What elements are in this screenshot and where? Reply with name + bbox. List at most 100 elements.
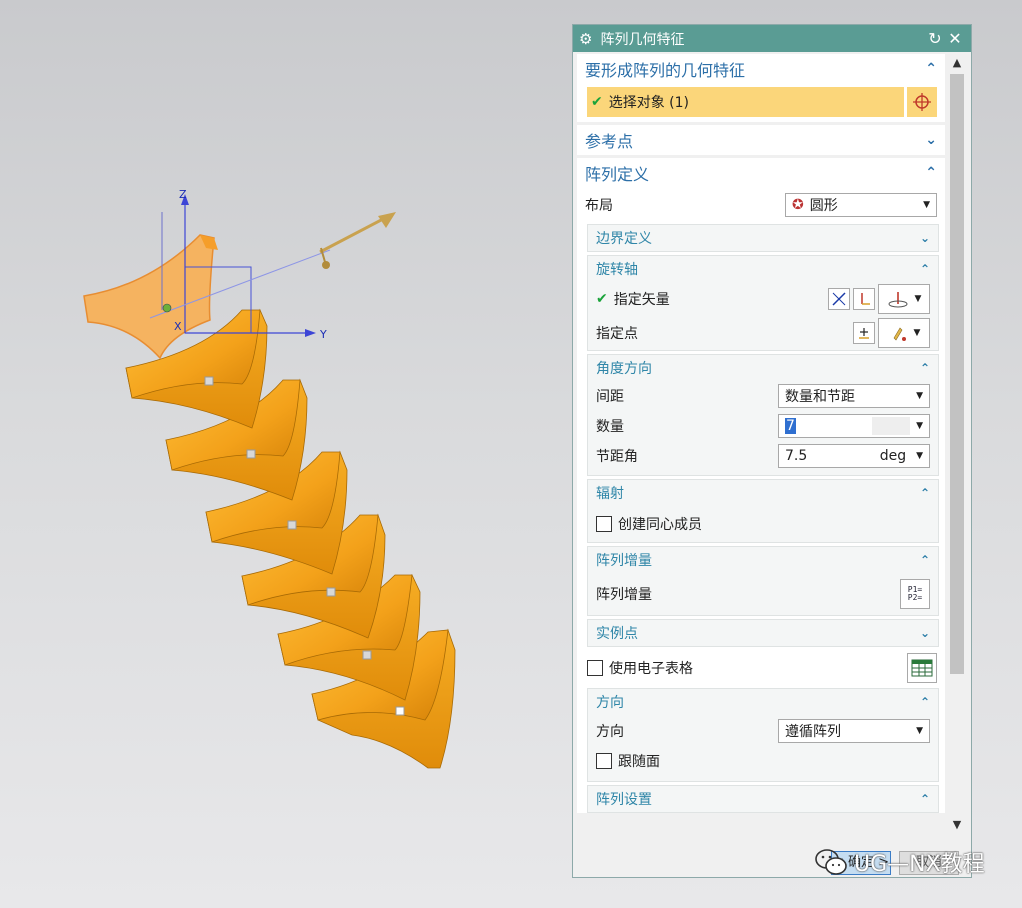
subsection-radial: 辐射 ⌃ 创建同心成员 bbox=[587, 479, 939, 543]
pattern-increment-button[interactable]: P1= P2= bbox=[900, 579, 930, 609]
subsection-angular-direction: 角度方向 ⌃ 间距 数量和节距 ▼ 数量 7 ▼ 节距角 7.5 deg ▼ bbox=[587, 354, 939, 476]
subsection-pattern-settings-header[interactable]: 阵列设置 ⌃ bbox=[588, 786, 938, 812]
section-reference-point-title: 参考点 bbox=[585, 132, 634, 151]
subsection-angular-direction-header[interactable]: 角度方向 ⌃ bbox=[588, 355, 938, 381]
subsection-rotation-axis-header[interactable]: 旋转轴 ⌃ bbox=[588, 256, 938, 282]
instance-point bbox=[246, 449, 256, 459]
vector-dialog-button[interactable] bbox=[828, 288, 850, 310]
dialog-content: 要形成阵列的几何特征 ⌃ ✔ 选择对象 (1) 参考点 ⌄ 阵列定义 ⌃ 布局 … bbox=[577, 54, 945, 834]
model-drawing: Z Y X bbox=[83, 188, 456, 769]
checkmark-icon: ✔ bbox=[596, 291, 608, 307]
vector-type-dropdown[interactable]: ▼ bbox=[878, 284, 930, 314]
reverse-direction-icon bbox=[861, 293, 870, 305]
axis-y-label: Y bbox=[319, 328, 327, 341]
orientation-value: 遵循阵列 bbox=[785, 724, 841, 740]
wechat-icon bbox=[815, 849, 847, 875]
section-geometry: 要形成阵列的几何特征 ⌃ ✔ 选择对象 (1) bbox=[577, 54, 945, 122]
spreadsheet-button[interactable] bbox=[907, 653, 937, 683]
subsection-boundary: 边界定义 ⌄ bbox=[587, 224, 939, 252]
increment-icon-line2: P2= bbox=[907, 593, 923, 602]
chevron-up-icon[interactable]: ⌃ bbox=[920, 486, 930, 500]
chevron-down-icon[interactable]: ⌄ bbox=[920, 626, 930, 640]
scroll-thumb[interactable] bbox=[950, 74, 964, 674]
axis-z-label: Z bbox=[179, 188, 187, 201]
inferred-point-icon bbox=[893, 327, 906, 341]
subsection-radial-title: 辐射 bbox=[596, 486, 624, 502]
chevron-up-icon[interactable]: ⌃ bbox=[925, 61, 937, 77]
graphics-viewport[interactable]: Z Y X bbox=[0, 0, 572, 908]
point-icon bbox=[859, 328, 869, 339]
dropdown-arrow-icon: ▼ bbox=[914, 294, 922, 304]
subsection-pattern-increment-title: 阵列增量 bbox=[596, 553, 652, 569]
section-geometry-header[interactable]: 要形成阵列的几何特征 ⌃ bbox=[577, 54, 945, 84]
subsection-pattern-settings: 阵列设置 ⌃ bbox=[587, 785, 939, 813]
axis-x-label: X bbox=[174, 320, 182, 333]
pitch-angle-input[interactable]: 7.5 deg ▼ bbox=[778, 444, 930, 468]
chevron-up-icon[interactable]: ⌃ bbox=[920, 361, 930, 375]
dropdown-arrow-icon: ▼ bbox=[916, 726, 923, 736]
section-pattern-definition-header[interactable]: 阵列定义 ⌃ bbox=[577, 158, 945, 188]
dropdown-arrow-icon: ▼ bbox=[923, 200, 930, 210]
section-reference-point-header[interactable]: 参考点 ⌄ bbox=[577, 125, 945, 155]
follow-face-checkbox[interactable] bbox=[596, 753, 612, 769]
circular-layout-icon: ✪ bbox=[792, 197, 804, 213]
section-geometry-title: 要形成阵列的几何特征 bbox=[585, 61, 746, 80]
watermark: UG—NX教程 bbox=[814, 842, 985, 882]
subsection-pattern-settings-title: 阵列设置 bbox=[596, 792, 652, 808]
count-input[interactable]: 7 ▼ bbox=[778, 414, 930, 438]
section-pattern-definition-title: 阵列定义 bbox=[585, 165, 650, 184]
specify-vector-label: 指定矢量 bbox=[613, 292, 670, 308]
rotation-axis-vector[interactable] bbox=[319, 212, 396, 269]
subsection-orientation-title: 方向 bbox=[596, 695, 624, 711]
follow-face-label: 跟随面 bbox=[618, 754, 660, 770]
subsection-rotation-axis-title: 旋转轴 bbox=[596, 262, 638, 278]
chevron-down-icon[interactable]: ⌄ bbox=[920, 231, 930, 245]
dialog-title: 阵列几何特征 bbox=[600, 31, 685, 48]
subsection-boundary-header[interactable]: 边界定义 ⌄ bbox=[588, 225, 938, 251]
select-object-row[interactable]: ✔ 选择对象 (1) bbox=[587, 87, 904, 117]
pattern-increment-label: 阵列增量 bbox=[596, 587, 652, 603]
use-spreadsheet-label: 使用电子表格 bbox=[609, 661, 693, 677]
reverse-direction-button[interactable] bbox=[853, 288, 875, 310]
subsection-instance-points-title: 实例点 bbox=[596, 626, 638, 642]
subsection-radial-header[interactable]: 辐射 ⌃ bbox=[588, 480, 938, 506]
subsection-pattern-increment-header[interactable]: 阵列增量 ⌃ bbox=[588, 547, 938, 573]
pitch-angle-value: 7.5 bbox=[785, 448, 808, 464]
subsection-instance-points-header[interactable]: 实例点 ⌄ bbox=[588, 620, 938, 646]
select-object-button[interactable] bbox=[907, 87, 937, 117]
inferred-vector-icon bbox=[888, 292, 908, 308]
chevron-down-icon[interactable]: ⌄ bbox=[925, 132, 937, 148]
chevron-up-icon[interactable]: ⌃ bbox=[920, 553, 930, 567]
dialog-titlebar[interactable]: ⚙ 阵列几何特征 ↻ ✕ bbox=[573, 25, 971, 52]
orientation-select[interactable]: 遵循阵列 ▼ bbox=[778, 719, 930, 743]
instance-point bbox=[326, 587, 336, 597]
source-feature bbox=[83, 234, 218, 360]
subsection-pattern-increment: 阵列增量 ⌃ 阵列增量 P1= P2= bbox=[587, 546, 939, 616]
subsection-boundary-title: 边界定义 bbox=[596, 231, 652, 247]
dialog-scrollbar[interactable]: ▲ ▼ bbox=[947, 54, 967, 834]
section-pattern-definition: 阵列定义 ⌃ 布局 ✪ 圆形 ▼ 边界定义 ⌄ 旋转轴 ⌃ ✔ 指定矢量 ▼ 指… bbox=[577, 158, 945, 813]
use-spreadsheet-checkbox[interactable] bbox=[587, 660, 603, 676]
point-dialog-button[interactable] bbox=[853, 322, 875, 344]
chevron-up-icon[interactable]: ⌃ bbox=[920, 792, 930, 806]
instance-point bbox=[287, 520, 297, 530]
close-icon[interactable]: ✕ bbox=[945, 29, 965, 48]
scroll-up-arrow[interactable]: ▲ bbox=[947, 54, 967, 72]
layout-select[interactable]: ✪ 圆形 ▼ bbox=[785, 193, 937, 217]
point-type-dropdown[interactable]: ▼ bbox=[878, 318, 930, 348]
dropdown-arrow-icon: ▼ bbox=[916, 451, 923, 461]
reset-icon[interactable]: ↻ bbox=[925, 29, 945, 48]
concentric-members-label: 创建同心成员 bbox=[618, 517, 702, 533]
subsection-orientation-header[interactable]: 方向 ⌃ bbox=[588, 689, 938, 715]
watermark-text: UG—NX教程 bbox=[854, 852, 985, 877]
chevron-up-icon[interactable]: ⌃ bbox=[925, 165, 937, 181]
count-value: 7 bbox=[785, 418, 796, 434]
instance-point bbox=[204, 376, 214, 386]
concentric-members-checkbox[interactable] bbox=[596, 516, 612, 532]
chevron-up-icon[interactable]: ⌃ bbox=[920, 262, 930, 276]
orientation-label: 方向 bbox=[596, 724, 624, 740]
spacing-select[interactable]: 数量和节距 ▼ bbox=[778, 384, 930, 408]
scroll-down-arrow[interactable]: ▼ bbox=[947, 816, 967, 834]
chevron-up-icon[interactable]: ⌃ bbox=[920, 695, 930, 709]
subsection-instance-points: 实例点 ⌄ bbox=[587, 619, 939, 647]
